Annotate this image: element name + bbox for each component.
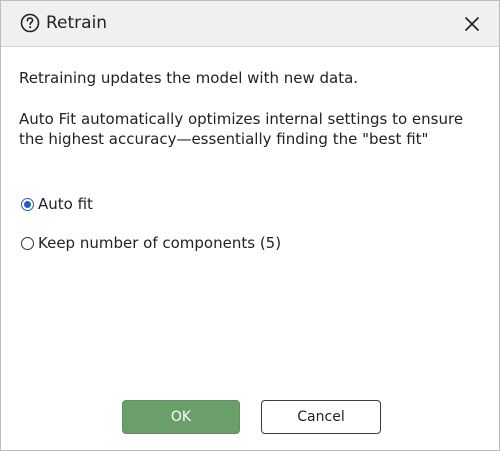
keep-components-label: Keep number of components (5) — [38, 234, 282, 252]
dialog-title: Retrain — [46, 13, 108, 33]
retrain-dialog: Retrain Retraining updates the model wit… — [0, 0, 500, 451]
keep-components-radio-option[interactable]: Keep number of components (5) — [21, 233, 281, 253]
close-button[interactable] — [459, 11, 485, 37]
ok-button[interactable]: OK — [122, 400, 240, 434]
auto-fit-label: Auto fit — [38, 195, 93, 213]
auto-fit-description: Auto Fit automatically optimizes interna… — [19, 110, 464, 148]
retraining-description: Retraining updates the model with new da… — [19, 69, 359, 87]
radio-button-selected[interactable] — [21, 197, 34, 211]
radio-button-unselected[interactable] — [21, 236, 34, 250]
cancel-button[interactable]: Cancel — [261, 400, 381, 434]
question-circle-icon[interactable] — [20, 13, 40, 33]
dialog-titlebar: Retrain — [1, 1, 499, 47]
auto-fit-radio-option[interactable]: Auto fit — [21, 194, 93, 214]
close-x-icon — [465, 17, 479, 31]
